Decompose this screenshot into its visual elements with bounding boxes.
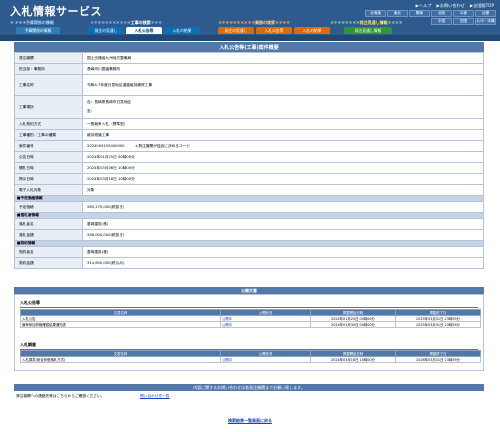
- category-works: ＊＊＊＊＊＊＊＊＊＊＊工事の検索＊＊＊: [90, 20, 162, 25]
- case-summary-panel: 入札公告等(工事)案件概要 発注機関 国土交通省九州地方整備局 担当部・事務所 …: [14, 42, 484, 269]
- site-header: 入札情報サービス ▶ヘルプ ▶お問い合わせ ▶全国版TOP 北海道 東北 関東 …: [0, 0, 500, 41]
- category-budget: ＊ ＊＊＊予算関係の情報: [10, 20, 54, 25]
- row-office: 担当部・事務所 長崎河川国道事務所: [14, 63, 484, 75]
- row-contract-amount: 契約金額 314,600,000(税込み): [14, 257, 484, 269]
- bid-documents-table: 文書名称 公開状況 掲載開始日時 掲載終了日 入札公告 公開中 2024年01月…: [20, 308, 481, 328]
- category-forecast: ＊＊＊＊＊＊＊＊発注見通し情報＊＊＊＊: [330, 20, 403, 25]
- winner-name-value: 富岡建設(株): [82, 218, 484, 230]
- panel-title: 入札公告等(工事)案件概要: [14, 42, 484, 52]
- inquiry-text: 発注機関への連絡先等はこちらからご確認ください。: [16, 393, 105, 398]
- work-name-value: 令和6-7年度日見地区道路維持補修工事: [82, 74, 484, 96]
- contract-amount-value: 314,600,000(税込み): [82, 257, 484, 269]
- row-open-date: 開札日時 2024年03月06日 10時00分: [14, 162, 484, 174]
- row-location: 工事場所 自：長崎県長崎市日見地区 至：: [14, 95, 484, 119]
- national-top-link[interactable]: ▶全国版TOP: [470, 3, 494, 9]
- table-row: 競争参加資格確認結果通知書 公開中 2024年01月30日 00時00分 202…: [20, 320, 481, 328]
- bid-documents-heading: 入札公告等: [20, 300, 40, 305]
- row-planned-price: 予定価格 285,270,000(税抜き): [14, 201, 484, 213]
- tab-works-results[interactable]: 入札の結果: [164, 27, 200, 34]
- open-date-value: 2024年03月06日 10時00分: [82, 162, 484, 174]
- region-chubu[interactable]: 中部: [453, 10, 474, 17]
- row-orderer: 発注機関 国土交通省九州地方整備局: [14, 52, 484, 64]
- site-logo[interactable]: 入札情報サービス: [10, 3, 102, 19]
- orderer-value: 国土交通省九州地方整備局: [82, 52, 484, 64]
- nav-tabs: 予算関係の情報 発注の見通し 入札公告等 入札の結果 発注の見通し 入札公告等 …: [0, 27, 500, 35]
- office-value: 長崎河川国道事務所: [82, 63, 484, 75]
- contact-link[interactable]: ▶お問い合わせ: [436, 3, 464, 9]
- announce-date-value: 2024年01月25日 00時00分: [82, 151, 484, 163]
- public-documents-panel: 公開文書 入札公告等 文書名称 公開状況 掲載開始日時 掲載終了日 入札公告 公…: [14, 287, 484, 372]
- table-row: 入札調書(総合評価落札方式) 公開中 2024年03月18日 10時00分 20…: [20, 356, 481, 364]
- contact-list-link[interactable]: 問い合わせ先一覧: [140, 394, 170, 399]
- doc-name: 入札調書(総合評価落札方式): [20, 356, 221, 364]
- tab-forecast-info[interactable]: 発注見通し情報: [344, 27, 392, 34]
- inquiry-title: 内容に関するお問い合わせは各発注機関までお願い致します。: [14, 384, 484, 391]
- row-contract-method: 入札契約方式 一般競争入札（標準型）: [14, 118, 484, 130]
- top-links: ▶ヘルプ ▶お問い合わせ ▶全国版TOP: [416, 3, 494, 9]
- tab-works-forecast[interactable]: 発注の見通し: [88, 27, 124, 34]
- row-posting-date: 掲示日時 2024年03月18日 10時00分: [14, 173, 484, 185]
- region-hokkaido[interactable]: 北海道: [365, 10, 386, 17]
- inquiry-panel: 内容に関するお問い合わせは各発注機関までお願い致します。 発注機関への連絡先等は…: [14, 384, 484, 401]
- doc-status-link[interactable]: 公開中: [222, 358, 232, 362]
- help-link[interactable]: ▶ヘルプ: [416, 3, 432, 9]
- region-kanto[interactable]: 関東: [409, 10, 430, 17]
- winning-amount-value: 286,000,000(税抜き): [82, 229, 484, 241]
- contractor-name-value: 富岡建設(株): [82, 246, 484, 258]
- doc-status-link[interactable]: 公開中: [222, 317, 232, 321]
- doc-name: 競争参加資格確認結果通知書: [20, 320, 221, 328]
- tab-budget-info[interactable]: 予算関係の情報: [16, 27, 60, 34]
- region-hokuriku[interactable]: 北陸: [431, 10, 452, 17]
- row-winner-name: 落札者名 富岡建設(株): [14, 218, 484, 230]
- work-type-value: 維持修繕工事: [82, 129, 484, 141]
- result-documents-table: 文書名称 公開状況 掲載開始日時 掲載終了日 入札調書(総合評価落札方式) 公開…: [20, 350, 481, 364]
- row-case-number: 案件番号 2024009155400000 ＊発注機関が独自に決めるコード: [14, 140, 484, 152]
- public-documents-title: 公開文書: [14, 287, 484, 294]
- case-number-value: 2024009155400000 ＊発注機関が独自に決めるコード: [82, 140, 484, 152]
- doc-status-link[interactable]: 公開中: [222, 323, 232, 327]
- tab-services-results[interactable]: 入札の結果: [294, 27, 330, 34]
- row-winning-amount: 落札金額 286,000,000(税抜き): [14, 229, 484, 241]
- planned-price-value: 285,270,000(税抜き): [82, 201, 484, 213]
- tab-works-announcements[interactable]: 入札公告等: [126, 27, 162, 34]
- row-work-type: 工事種別／工事の種類 維持修繕工事: [14, 129, 484, 141]
- back-to-results-link[interactable]: 検索結果一覧画面に戻る: [228, 418, 272, 423]
- result-documents-heading: 入札調書: [20, 341, 36, 347]
- category-row: ＊ ＊＊＊予算関係の情報 ＊＊＊＊＊＊＊＊＊＊＊工事の検索＊＊＊ ＊＊＊＊＊＊＊…: [0, 20, 500, 25]
- region-tohoku[interactable]: 東北: [387, 10, 408, 17]
- row-announce-date: 公告日時 2024年01月25日 00時00分: [14, 151, 484, 163]
- tab-services-announcements[interactable]: 入札公告等: [256, 27, 292, 34]
- row-work-name: 工事名称 令和6-7年度日見地区道路維持補修工事: [14, 74, 484, 96]
- tab-services-forecast[interactable]: 発注の見通し: [218, 27, 254, 34]
- case-detail-table: 発注機関 国土交通省九州地方整備局 担当部・事務所 長崎河川国道事務所 工事名称…: [14, 52, 484, 269]
- category-services: ＊＊＊＊＊＊＊＊＊＊業務の検索＊＊＊＊: [218, 20, 290, 25]
- contract-method-value: 一般競争入札（標準型）: [82, 118, 484, 130]
- nav-subbar: [0, 35, 500, 41]
- region-kinki[interactable]: 近畿: [475, 10, 496, 17]
- row-e-bid: 電子入札対象 対象: [14, 184, 484, 196]
- row-contractor-name: 契約者名 富岡建設(株): [14, 246, 484, 258]
- e-bid-value: 対象: [82, 184, 484, 196]
- location-value: 自：長崎県長崎市日見地区 至：: [82, 95, 484, 119]
- posting-date-value: 2024年03月18日 10時00分: [82, 173, 484, 185]
